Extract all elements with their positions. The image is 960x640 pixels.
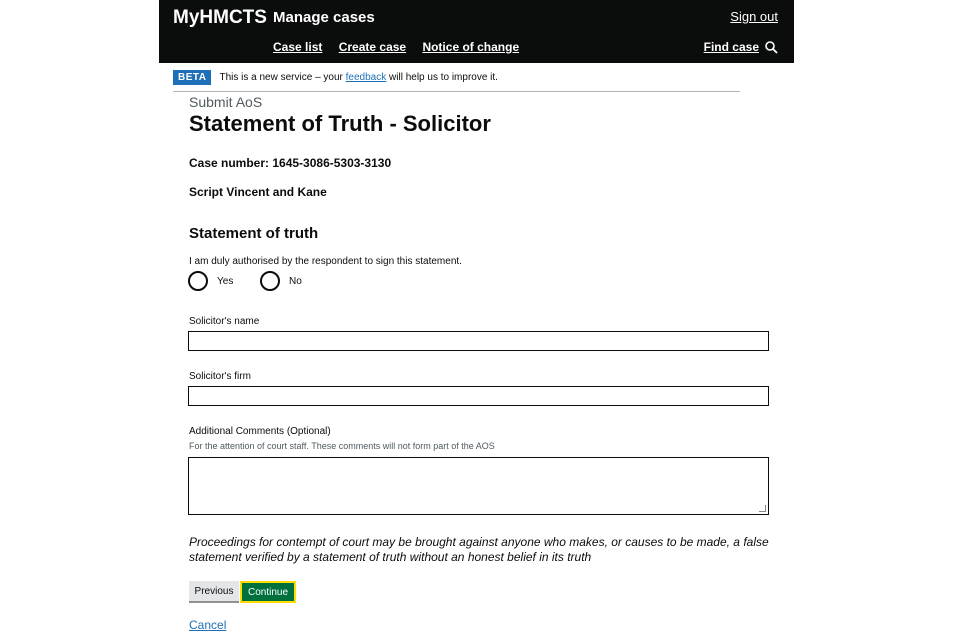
- find-case-label: Find case: [703, 40, 759, 54]
- radio-yes-circle[interactable]: [188, 271, 208, 291]
- authorised-question: I am duly authorised by the respondent t…: [189, 256, 462, 267]
- brand-logo[interactable]: MyHMCTS: [173, 7, 267, 29]
- beta-text-before: This is a new service – your: [219, 72, 343, 83]
- solicitor-name-field[interactable]: [188, 331, 769, 351]
- case-number: Case number: 1645-3086-5303-3130: [189, 156, 392, 170]
- service-name: Manage cases: [273, 9, 375, 26]
- solicitor-firm-label: Solicitor's firm: [189, 371, 251, 382]
- radio-no[interactable]: No: [260, 271, 302, 291]
- comments-hint: For the attention of court staff. These …: [189, 441, 495, 451]
- page-title: Statement of Truth - Solicitor: [189, 111, 491, 136]
- radio-yes[interactable]: Yes: [188, 271, 233, 291]
- solicitor-firm-field[interactable]: [188, 386, 769, 406]
- find-case-link[interactable]: Find case: [704, 40, 778, 54]
- case-parties: Script Vincent and Kane: [189, 185, 327, 199]
- beta-text-after: will help us to improve it.: [389, 72, 498, 83]
- solicitor-name-label: Solicitor's name: [189, 316, 260, 327]
- radio-yes-label: Yes: [217, 275, 234, 287]
- search-icon: [765, 40, 778, 54]
- primary-nav: Case list Create case Notice of change: [273, 40, 532, 54]
- comments-textarea[interactable]: [188, 457, 769, 515]
- contempt-warning: Proceedings for contempt of court may be…: [189, 535, 769, 564]
- nav-case-list[interactable]: Case list: [273, 40, 322, 54]
- comments-label: Additional Comments (Optional): [189, 426, 331, 437]
- nav-create-case[interactable]: Create case: [339, 40, 406, 54]
- continue-button[interactable]: Continue: [240, 581, 296, 603]
- divider: [173, 91, 740, 92]
- page-caption: Submit AoS: [189, 94, 263, 110]
- section-heading: Statement of truth: [189, 225, 319, 242]
- site-header: MyHMCTS Manage cases Sign out Case list …: [159, 0, 794, 63]
- radio-no-label: No: [289, 275, 302, 287]
- sign-out-link[interactable]: Sign out: [730, 9, 778, 24]
- cancel-link[interactable]: Cancel: [189, 618, 226, 632]
- feedback-link[interactable]: feedback: [346, 72, 387, 83]
- beta-banner: BETA This is a new service – your feedba…: [173, 70, 498, 85]
- nav-notice-of-change[interactable]: Notice of change: [422, 40, 519, 54]
- resize-handle-icon[interactable]: [759, 505, 766, 512]
- beta-tag: BETA: [173, 70, 212, 85]
- previous-button[interactable]: Previous: [189, 581, 239, 603]
- radio-no-circle[interactable]: [260, 271, 280, 291]
